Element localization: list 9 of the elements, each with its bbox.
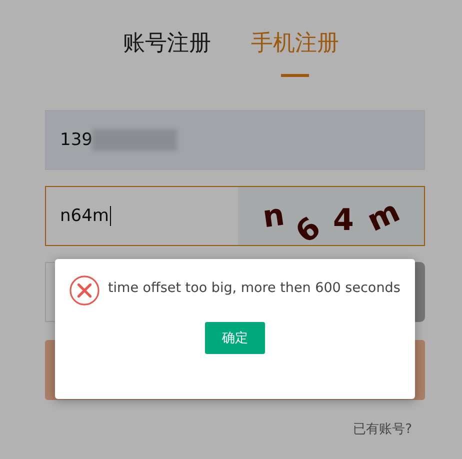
tab[interactable]: 账号注册: [123, 26, 211, 77]
login-link[interactable]: 已有账号?: [353, 420, 412, 438]
captcha-image[interactable]: n 6 4 m: [238, 187, 424, 245]
phone-field[interactable]: 139: [45, 110, 425, 170]
captcha-field[interactable]: n64m n 6 4 m: [45, 186, 425, 246]
error-icon: [69, 275, 100, 306]
phone-value: 139: [60, 130, 92, 150]
captcha-input-value: n64m: [60, 206, 111, 226]
error-message: time offset too big, more then 600 seconds: [108, 279, 401, 298]
